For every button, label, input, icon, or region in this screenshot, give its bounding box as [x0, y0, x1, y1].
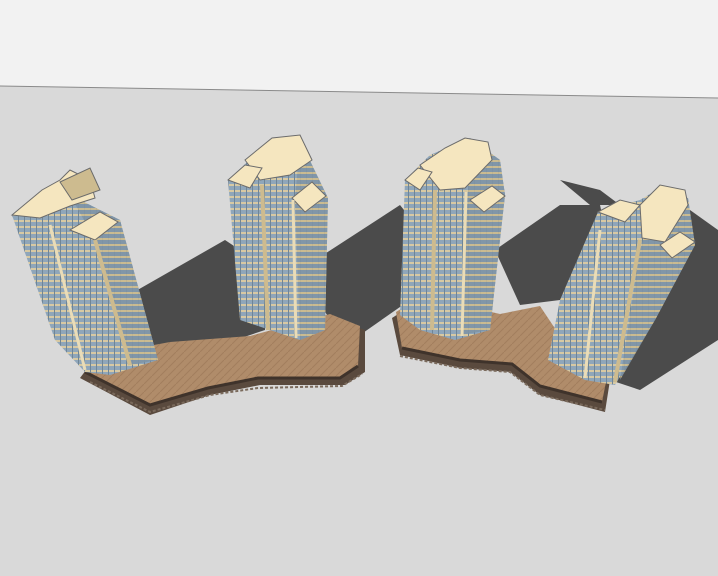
render-scene	[0, 0, 718, 576]
sky	[0, 0, 718, 98]
